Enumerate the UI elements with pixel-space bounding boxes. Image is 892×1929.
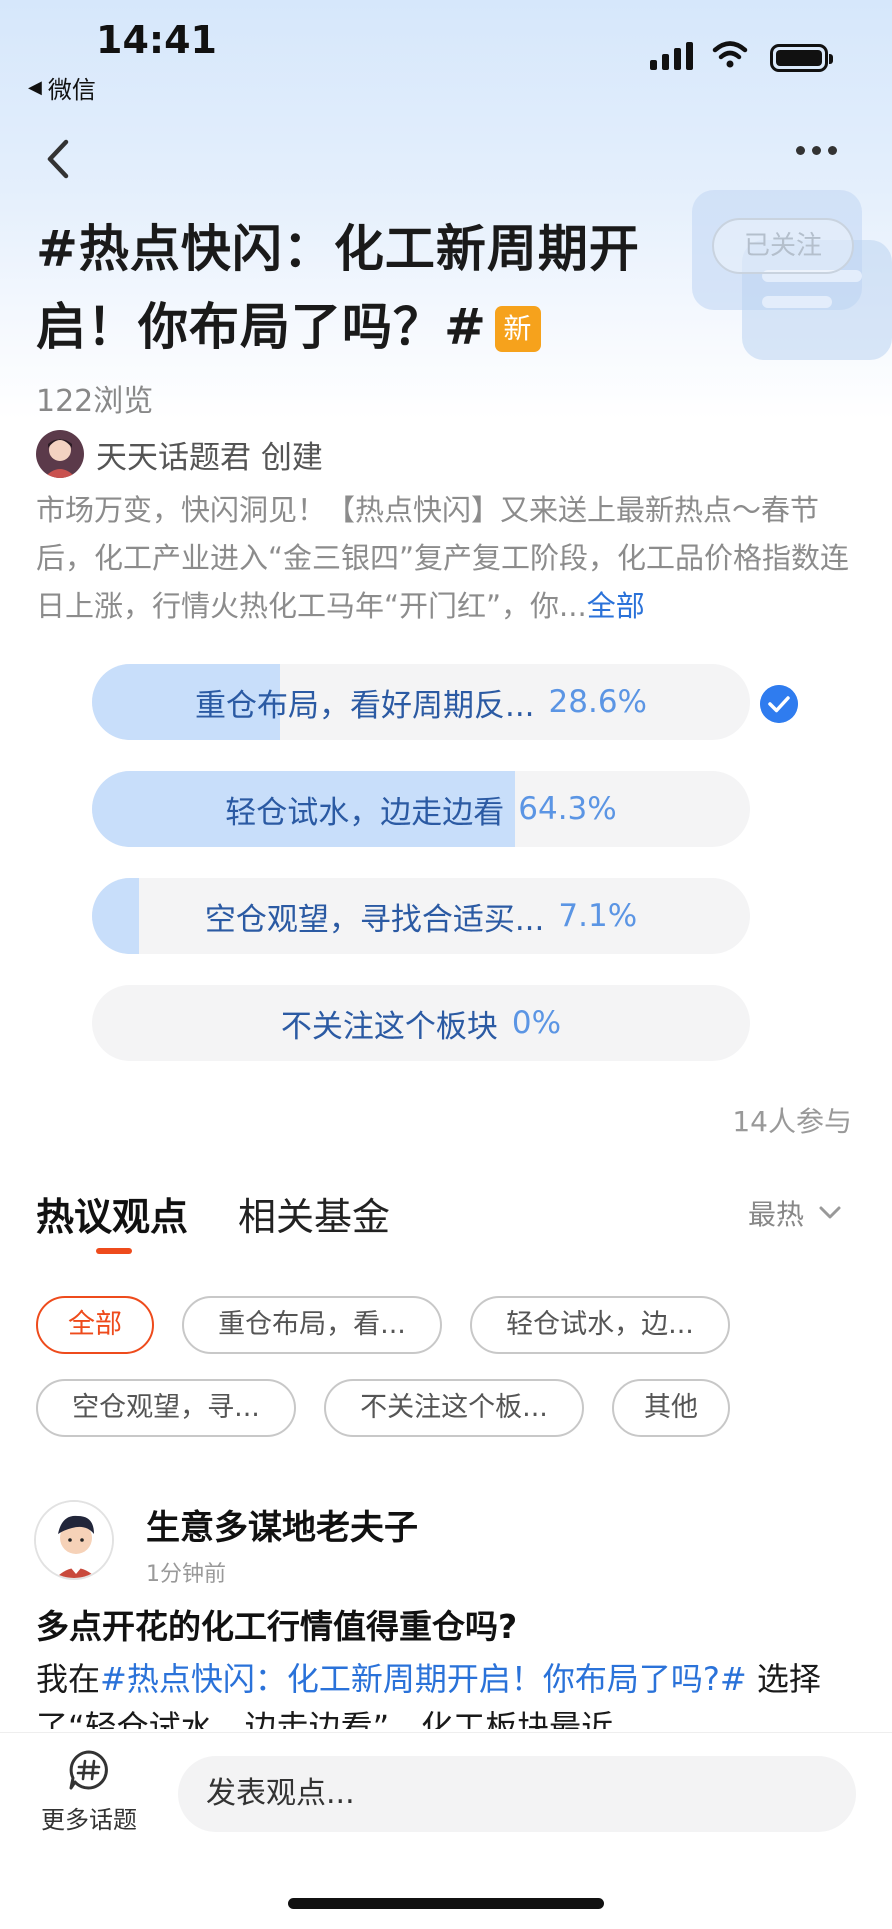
creator-name: 天天话题君 创建 (96, 439, 323, 476)
topic-title: #热点快闪：化工新周期开启！你布局了吗？# 新 (36, 210, 696, 366)
filter-chip[interactable]: 不关注这个板... (324, 1379, 584, 1437)
more-options-icon[interactable] (796, 146, 837, 155)
chevron-down-icon (819, 1206, 841, 1219)
poll-option-label: 重仓布局，看好周期反... (194, 687, 535, 724)
filter-chip[interactable]: 重仓布局，看... (182, 1296, 442, 1354)
tab-related-funds[interactable]: 相关基金 (238, 1186, 390, 1241)
wifi-icon (712, 41, 748, 68)
poll-option[interactable]: 空仓观望，寻找合适买... 7.1% (92, 878, 750, 954)
topic-description: 市场万变，快闪洞见！【热点快闪】又来送上最新热点～春节后，化工产业进入“金三银四… (36, 486, 866, 630)
follow-button[interactable]: 已关注 (712, 218, 854, 274)
post-body[interactable]: 我在#热点快闪：化工新周期开启！你布局了吗?# 选择了“轻仓试水，边走边看”，化… (36, 1655, 856, 1729)
signal-icon (650, 42, 693, 70)
filter-chip[interactable]: 轻仓试水，边... (470, 1296, 730, 1354)
filter-chip-other[interactable]: 其他 (612, 1379, 730, 1437)
more-topics-button[interactable]: 更多话题 (34, 1748, 144, 1835)
active-tab-indicator (96, 1248, 132, 1254)
poll-option-percent: 64.3% (518, 791, 617, 827)
poll-option-percent: 7.1% (558, 898, 638, 934)
new-badge: 新 (494, 306, 541, 352)
poll-option-label: 空仓观望，寻找合适买... (204, 901, 545, 938)
more-topics-label: 更多话题 (41, 1806, 137, 1834)
filter-chip-all[interactable]: 全部 (36, 1296, 154, 1354)
sort-dropdown[interactable]: 最热 (748, 1193, 842, 1233)
comment-input[interactable]: 发表观点... (178, 1756, 856, 1832)
poll-option[interactable]: 轻仓试水，边走边看 64.3% (92, 771, 750, 847)
poll-option-label: 不关注这个板块 (280, 1008, 498, 1045)
selected-check-icon (760, 685, 798, 723)
back-app-label: 微信 (47, 76, 96, 104)
back-arrow-icon[interactable] (38, 134, 78, 184)
tab-hot-opinions[interactable]: 热议观点 (36, 1186, 188, 1241)
post-author-avatar[interactable] (34, 1500, 114, 1580)
creator-info[interactable]: 天天话题君 创建 (36, 430, 323, 478)
description-text: 市场万变，快闪洞见！【热点快闪】又来送上最新热点～春节后，化工产业进入“金三银四… (36, 493, 850, 623)
topic-title-text: #热点快闪：化工新周期开启！你布局了吗？# (36, 220, 640, 356)
post-body-prefix: 我在 (36, 1660, 101, 1698)
post-title[interactable]: 多点开花的化工行情值得重仓吗? (36, 1600, 517, 1648)
poll-option-label: 轻仓试水，边走边看 (225, 794, 505, 831)
participant-count: 14人参与 (732, 1105, 852, 1138)
home-indicator (288, 1898, 604, 1909)
filter-chip[interactable]: 空仓观望，寻... (36, 1379, 296, 1437)
view-count: 122浏览 (36, 384, 154, 419)
poll-option-percent: 0% (511, 1005, 562, 1041)
post-timestamp: 1分钟前 (146, 1562, 226, 1587)
back-to-app[interactable]: ◀ 微信 (28, 70, 96, 105)
sort-label: 最热 (748, 1198, 805, 1231)
hashtag-bubble-icon (69, 1750, 108, 1790)
battery-icon (770, 44, 833, 72)
creator-avatar (36, 430, 84, 478)
expand-all-link[interactable]: 全部 (587, 589, 645, 623)
post-author-name[interactable]: 生意多谋地老夫子 (146, 1500, 418, 1549)
poll-option-percent: 28.6% (548, 684, 648, 720)
poll-option[interactable]: 不关注这个板块 0% (92, 985, 750, 1061)
back-triangle-icon: ◀ (28, 77, 42, 98)
post-topic-link[interactable]: #热点快闪：化工新周期开启！你布局了吗?# (100, 1660, 747, 1698)
status-time: 14:41 (96, 18, 217, 62)
poll: 重仓布局，看好周期反... 28.6% 轻仓试水，边走边看 64.3% 空仓观望… (92, 664, 752, 1092)
poll-option[interactable]: 重仓布局，看好周期反... 28.6% (92, 664, 750, 740)
